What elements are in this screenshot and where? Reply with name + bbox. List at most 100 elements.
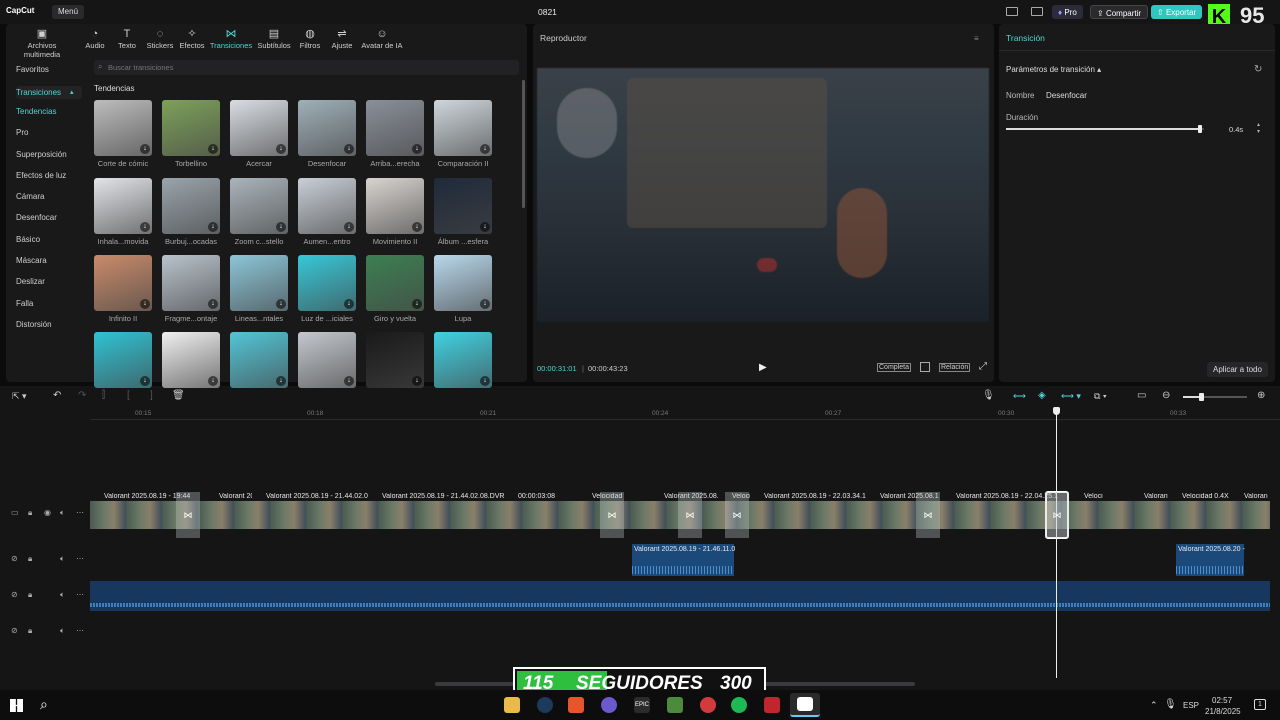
duration-slider-handle[interactable] bbox=[1198, 125, 1203, 133]
undo-icon[interactable]: ↶ bbox=[53, 390, 61, 401]
volume-icon[interactable]: 🔈︎ bbox=[60, 508, 65, 518]
transition-thumbnail[interactable]: ↓ bbox=[94, 332, 152, 388]
tray-clock-time[interactable]: 02:57 bbox=[1212, 696, 1232, 705]
volume-icon[interactable]: 🔈︎ bbox=[60, 590, 65, 600]
tab-audio[interactable]: ◔ Audio bbox=[82, 28, 108, 50]
transition-thumbnail[interactable]: ↓ bbox=[366, 332, 424, 388]
download-icon[interactable]: ↓ bbox=[208, 299, 218, 309]
link-magnet-icon[interactable]: ⟷ bbox=[1013, 391, 1026, 402]
category-item[interactable]: Cámara bbox=[16, 192, 44, 201]
tray-chevron-icon[interactable]: ⌃ bbox=[1150, 700, 1158, 711]
redo-icon[interactable]: ↷ bbox=[78, 390, 86, 401]
tab-text[interactable]: T Texto bbox=[114, 28, 140, 50]
steam-icon[interactable] bbox=[537, 697, 553, 713]
transition-thumbnail[interactable]: ↓ bbox=[298, 100, 356, 156]
clip-label[interactable]: Valorant 2025.08.19 - 22.03.34.10 bbox=[764, 493, 866, 500]
transition-thumbnail[interactable]: ↓ bbox=[94, 178, 152, 234]
download-icon[interactable]: ↓ bbox=[208, 144, 218, 154]
download-icon[interactable]: ↓ bbox=[276, 144, 286, 154]
apply-all-button[interactable]: Aplicar a todo bbox=[1207, 362, 1268, 377]
tray-mic-icon[interactable]: 🎙 bbox=[1164, 699, 1177, 710]
tab-media[interactable]: ▣ Archivos multimedia bbox=[10, 28, 74, 59]
more-icon[interactable]: ⋯ bbox=[76, 626, 84, 635]
download-icon[interactable]: ↓ bbox=[344, 222, 354, 232]
download-icon[interactable]: ↓ bbox=[412, 299, 422, 309]
transition-marker-icon[interactable]: ⋈ bbox=[725, 492, 749, 538]
file-explorer-icon[interactable] bbox=[504, 697, 520, 713]
transition-thumbnail[interactable]: ↓ bbox=[298, 255, 356, 311]
player-menu-icon[interactable]: ≡ bbox=[974, 34, 979, 43]
microphone-icon[interactable]: 🎙 bbox=[982, 390, 995, 401]
transition-marker-icon[interactable]: ⋈ bbox=[600, 492, 624, 538]
clip-label[interactable]: Velocidad 0.4X bbox=[1182, 493, 1229, 500]
volume-icon[interactable]: 🔈︎ bbox=[60, 626, 65, 636]
download-icon[interactable]: ↓ bbox=[344, 299, 354, 309]
main-audio-track[interactable] bbox=[90, 581, 1270, 611]
playhead-handle[interactable] bbox=[1053, 407, 1060, 415]
snap-icon[interactable]: ◈ bbox=[1038, 390, 1046, 401]
play-icon[interactable]: ▶ bbox=[759, 362, 767, 373]
more-icon[interactable]: ⋯ bbox=[76, 508, 84, 517]
menu-button[interactable]: Menú bbox=[52, 5, 85, 19]
category-item[interactable]: Desenfocar bbox=[16, 213, 57, 222]
playhead[interactable] bbox=[1056, 408, 1057, 678]
download-icon[interactable]: ↓ bbox=[480, 144, 490, 154]
audio-clip[interactable]: Valorant 2025.08.20 - bbox=[1176, 544, 1245, 576]
delete-icon[interactable]: 🗑 bbox=[172, 390, 185, 401]
tab-filters[interactable]: ◍ Filtros bbox=[296, 28, 324, 50]
tab-transition[interactable]: Transición bbox=[1006, 33, 1045, 43]
clip-label[interactable]: 00:00:03:08 bbox=[518, 493, 555, 500]
brave-icon[interactable] bbox=[568, 697, 584, 713]
linkage-icon[interactable]: ⟷ ▾ bbox=[1061, 391, 1081, 402]
transition-thumbnail[interactable]: ↓ bbox=[94, 255, 152, 311]
clip-label[interactable]: Valorant 2025 bbox=[219, 493, 252, 500]
share-button[interactable]: ⇪ Compartir bbox=[1090, 5, 1149, 19]
transition-thumbnail[interactable]: ↓ bbox=[298, 332, 356, 388]
tab-sticker[interactable]: ◌ Stickers bbox=[144, 28, 176, 50]
download-icon[interactable]: ↓ bbox=[140, 222, 150, 232]
capcut-taskbar-icon[interactable] bbox=[790, 693, 820, 717]
transition-thumbnail[interactable]: ↓ bbox=[366, 255, 424, 311]
chrome-icon[interactable] bbox=[601, 697, 617, 713]
tab-avatar[interactable]: ☺ Avatar de IA bbox=[358, 28, 406, 50]
more-icon[interactable]: ⋯ bbox=[76, 590, 84, 599]
search-input[interactable] bbox=[108, 61, 508, 73]
volume-icon[interactable]: 🔈︎ bbox=[60, 554, 65, 564]
clip-label[interactable]: Veloci bbox=[1084, 493, 1103, 500]
download-icon[interactable]: ↓ bbox=[480, 299, 490, 309]
download-icon[interactable]: ↓ bbox=[276, 376, 286, 386]
audio-clip[interactable]: Valorant 2025.08.19 - 21.46.11.0 bbox=[632, 544, 735, 576]
clip-label[interactable]: Valoran bbox=[1244, 493, 1268, 500]
lock-icon[interactable]: 🔒︎ bbox=[28, 626, 32, 636]
clip-label[interactable]: Valorant 2025.08.19 - 21.44.02.08.DVR bbox=[266, 493, 368, 500]
transition-thumbnail[interactable]: ↓ bbox=[434, 332, 492, 388]
transition-marker-icon[interactable]: ⋈ bbox=[916, 492, 940, 538]
download-icon[interactable]: ↓ bbox=[344, 144, 354, 154]
tray-clock-date[interactable]: 21/8/2025 bbox=[1205, 707, 1241, 716]
transition-thumbnail[interactable]: ↓ bbox=[230, 255, 288, 311]
transition-thumbnail[interactable]: ↓ bbox=[230, 178, 288, 234]
epic-games-icon[interactable]: EPIC bbox=[634, 697, 650, 713]
split-icon[interactable]: ⫿ bbox=[102, 390, 105, 401]
zoom-slider-handle[interactable] bbox=[1199, 393, 1204, 401]
clip-label[interactable]: Valorant 2025.08.19 - 21.44.02.08.DVR.mp… bbox=[382, 493, 504, 500]
duration-value[interactable]: 0.4s bbox=[1229, 125, 1243, 134]
category-item[interactable]: Superposición bbox=[16, 150, 67, 159]
download-icon[interactable]: ↓ bbox=[140, 299, 150, 309]
minecraft-icon[interactable] bbox=[667, 697, 683, 713]
reset-icon[interactable]: ↻ bbox=[1254, 64, 1262, 75]
download-icon[interactable]: ↓ bbox=[412, 376, 422, 386]
download-icon[interactable]: ↓ bbox=[480, 376, 490, 386]
transition-thumbnail[interactable]: ↓ bbox=[366, 100, 424, 156]
category-item[interactable]: Máscara bbox=[16, 256, 47, 265]
tab-subtitles[interactable]: ▤ Subtítulos bbox=[255, 28, 293, 50]
transition-thumbnail[interactable]: ↓ bbox=[434, 100, 492, 156]
eye-icon[interactable]: ◉ bbox=[44, 508, 51, 517]
select-tool-icon[interactable]: ⇱ ▾ bbox=[12, 391, 27, 402]
ratio-button[interactable]: Relación bbox=[939, 363, 971, 372]
panel-scrollbar[interactable] bbox=[522, 80, 525, 208]
category-item[interactable]: Distorsión bbox=[16, 320, 52, 329]
transition-thumbnail[interactable]: ↓ bbox=[162, 332, 220, 388]
recorder-icon[interactable] bbox=[764, 697, 780, 713]
transition-marker-icon[interactable]: ⋈ bbox=[1045, 492, 1069, 538]
